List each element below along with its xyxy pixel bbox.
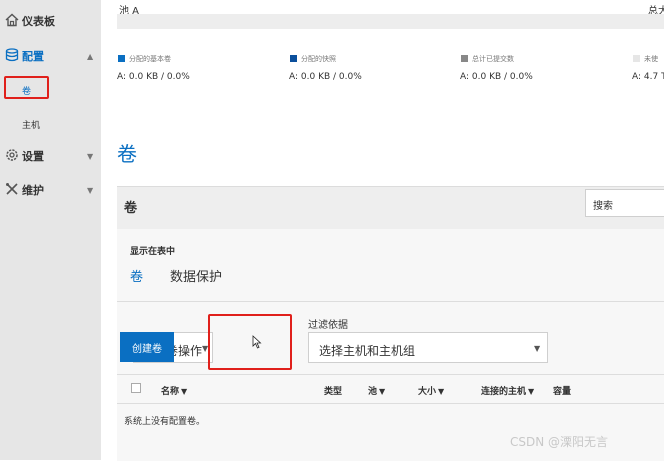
nav-settings[interactable]: 设置 ▼ xyxy=(0,141,101,171)
pool-capacity-bar xyxy=(117,14,664,29)
stat-value: A: 0.0 KB / 0.0% xyxy=(460,72,533,82)
nav-config[interactable]: 配置 ▲ xyxy=(0,41,101,71)
stat-label: 分配的基本卷 xyxy=(129,55,171,63)
column-header-hosts[interactable]: 连接的主机 ▼ xyxy=(481,384,534,397)
column-header-label: 名称 xyxy=(161,387,180,397)
column-header-name[interactable]: 名称 ▼ xyxy=(161,384,187,397)
legend-swatch xyxy=(461,55,468,62)
chevron-down-icon: ▼ xyxy=(534,344,541,353)
gear-icon xyxy=(6,149,18,161)
divider xyxy=(117,374,664,375)
sort-down-icon: ▼ xyxy=(438,387,445,396)
tools-icon xyxy=(6,183,18,195)
page-title: 卷 xyxy=(117,142,137,166)
host-filter-select[interactable]: 选择主机和主机组 ▼ xyxy=(308,332,548,363)
nav-dashboard[interactable]: 仪表板 xyxy=(0,6,101,36)
create-volume-button[interactable]: 创建卷 xyxy=(120,332,174,362)
sidebar: 仪表板 配置 ▲ 卷 主机 设置 ▼ 维护 ▼ xyxy=(0,0,101,460)
host-filter-value: 选择主机和主机组 xyxy=(319,344,416,358)
panel-header xyxy=(117,187,664,229)
stat-value: A: 4.7 T xyxy=(632,72,664,82)
nav-config-host[interactable]: 主机 xyxy=(22,118,40,131)
panel-title: 卷 xyxy=(124,201,138,216)
database-icon xyxy=(5,48,19,62)
column-header-pool[interactable]: 池 ▼ xyxy=(368,384,385,397)
highlight-box-create xyxy=(208,314,292,370)
cursor-icon xyxy=(252,335,262,349)
nav-dashboard-label: 仪表板 xyxy=(22,15,55,28)
sort-down-icon: ▼ xyxy=(379,387,386,396)
column-header-type[interactable]: 类型 xyxy=(324,384,342,397)
column-header-capacity[interactable]: 容量 xyxy=(553,384,571,397)
tab-data-protection[interactable]: 数据保护 xyxy=(170,266,222,285)
caret-up-icon: ▲ xyxy=(87,51,94,61)
sort-down-icon: ▼ xyxy=(181,387,188,396)
stat-label: 分配的快照 xyxy=(301,55,336,63)
column-header-label: 容量 xyxy=(553,387,572,397)
nav-maintenance[interactable]: 维护 ▼ xyxy=(0,175,101,205)
filter-label: 过滤依据 xyxy=(308,320,348,331)
stat-label: 总计已提交数 xyxy=(472,55,514,63)
watermark: CSDN @溧阳无言 xyxy=(510,435,609,449)
caret-down-icon: ▼ xyxy=(87,185,94,195)
nav-settings-label: 设置 xyxy=(22,150,44,163)
divider xyxy=(117,403,664,404)
column-header-label: 池 xyxy=(368,387,378,397)
stat-value: A: 0.0 KB / 0.0% xyxy=(117,72,190,82)
column-header-label: 连接的主机 xyxy=(481,387,527,397)
tab-volume[interactable]: 卷 xyxy=(130,266,143,285)
legend-swatch xyxy=(290,55,297,62)
select-all-checkbox[interactable] xyxy=(131,383,141,393)
highlight-box-volume xyxy=(4,76,49,99)
nav-maintenance-label: 维护 xyxy=(22,184,44,197)
column-header-label: 类型 xyxy=(324,387,343,397)
nav-config-label: 配置 xyxy=(22,50,44,63)
stat-label: 未使 xyxy=(644,55,658,63)
legend-swatch xyxy=(118,55,125,62)
stat-value: A: 0.0 KB / 0.0% xyxy=(289,72,362,82)
home-icon xyxy=(5,13,19,27)
sort-down-icon: ▼ xyxy=(528,387,535,396)
display-label: 显示在表中 xyxy=(130,247,176,257)
column-header-size[interactable]: 大小 ▼ xyxy=(418,384,444,397)
search-input[interactable]: 搜索 xyxy=(585,189,664,217)
divider xyxy=(117,301,664,302)
caret-down-icon: ▼ xyxy=(87,151,94,161)
empty-table-message: 系统上没有配置卷。 xyxy=(124,417,206,427)
search-label: 搜索 xyxy=(593,201,613,212)
legend-swatch xyxy=(633,55,640,62)
column-header-label: 大小 xyxy=(418,387,437,397)
